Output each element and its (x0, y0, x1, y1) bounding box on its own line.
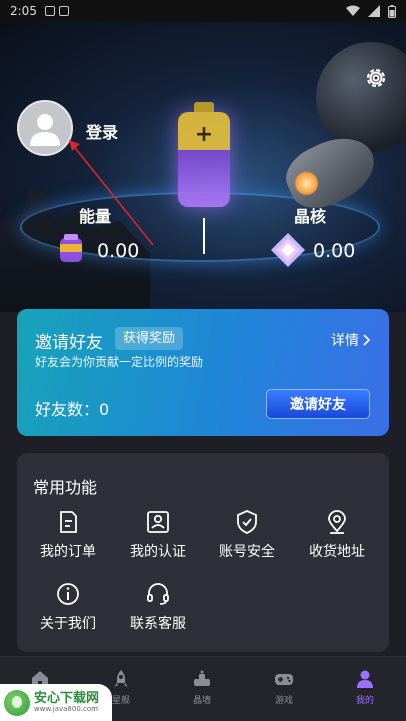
headset-icon (147, 583, 169, 605)
invite-details-label: 详情 (331, 333, 359, 349)
hero-banner: + (0, 22, 406, 312)
tab-starship-label: 星舰 (111, 696, 130, 706)
invite-friends-button[interactable]: 邀请好友 (266, 389, 370, 419)
watermark-url: www.java800.com (34, 704, 98, 713)
screenshot-icon (58, 6, 69, 16)
shield-icon (237, 510, 257, 534)
gamepad-icon (275, 674, 293, 685)
user-icon (357, 670, 373, 688)
invite-card: 邀请好友 获得奖励 详情 好友会为你贡献一定比例的奖励 好友数：0 邀请好友 (17, 309, 389, 436)
rocket-icon (114, 670, 128, 687)
tab-crystal-wall[interactable]: 晶墙 (162, 669, 242, 706)
invite-details-link[interactable]: 详情 (331, 330, 371, 350)
order-icon (60, 511, 77, 533)
my-orders-label: 我的订单 (40, 544, 96, 560)
customer-service-button[interactable]: 联系客服 (118, 581, 198, 637)
settings-button[interactable] (364, 66, 388, 90)
energy-label: 能量 (79, 207, 112, 226)
crystal-value: 0.00 (313, 240, 356, 262)
crystal-label: 晶核 (294, 207, 327, 226)
my-certification-label: 我的认证 (130, 544, 186, 560)
my-certification-button[interactable]: 我的认证 (118, 509, 198, 565)
id-card-icon (147, 511, 169, 533)
watermark-logo (4, 689, 30, 716)
reward-badge: 获得奖励 (115, 327, 184, 350)
friend-count: 好友数：0 (35, 400, 110, 419)
account-security-button[interactable]: 账号安全 (207, 509, 287, 565)
shipping-address-button[interactable]: 收货地址 (297, 509, 377, 565)
shipping-address-label: 收货地址 (309, 544, 365, 560)
tab-mine[interactable]: 我的 (325, 669, 405, 706)
energy-value: 0.00 (97, 240, 140, 262)
my-orders-button[interactable]: 我的订单 (28, 509, 108, 565)
crystal-icon (271, 233, 305, 267)
chevron-right-icon (363, 334, 371, 346)
status-bar: 2:05 (0, 0, 406, 22)
invite-title: 邀请好友 (35, 333, 103, 353)
signal-icon (368, 5, 380, 17)
about-us-button[interactable]: 关于我们 (28, 581, 108, 637)
functions-heading: 常用功能 (33, 478, 98, 497)
battery-graphic: + (178, 102, 230, 207)
download-site-watermark: 安心下载网 www.java800.com (0, 684, 112, 721)
about-us-label: 关于我们 (40, 616, 96, 632)
watermark-brand: 安心下载网 (34, 690, 100, 706)
tab-mine-label: 我的 (355, 696, 374, 706)
gear-icon (366, 68, 386, 88)
tab-games-label: 游戏 (274, 696, 293, 706)
base-icon (194, 670, 210, 686)
energy-can-icon (60, 234, 82, 262)
tab-crystal-wall-label: 晶墙 (192, 696, 211, 706)
wifi-icon (346, 5, 360, 16)
invite-description: 好友会为你贡献一定比例的奖励 (35, 355, 204, 369)
battery-status-icon (388, 4, 396, 18)
account-security-label: 账号安全 (219, 544, 275, 560)
customer-service-label: 联系客服 (130, 616, 186, 632)
planet-graphic (316, 42, 406, 152)
info-icon (57, 583, 79, 605)
common-functions-panel: 常用功能 我的订单 我的认证 账号安全 收货地址 关于我们 联系客服 (17, 453, 389, 652)
status-time: 2:05 (10, 4, 37, 18)
avatar[interactable] (17, 100, 73, 156)
default-user-icon (30, 114, 60, 146)
tab-games[interactable]: 游戏 (244, 669, 324, 706)
location-icon (328, 510, 346, 534)
notification-icon (44, 6, 55, 16)
stats-divider (203, 218, 205, 254)
